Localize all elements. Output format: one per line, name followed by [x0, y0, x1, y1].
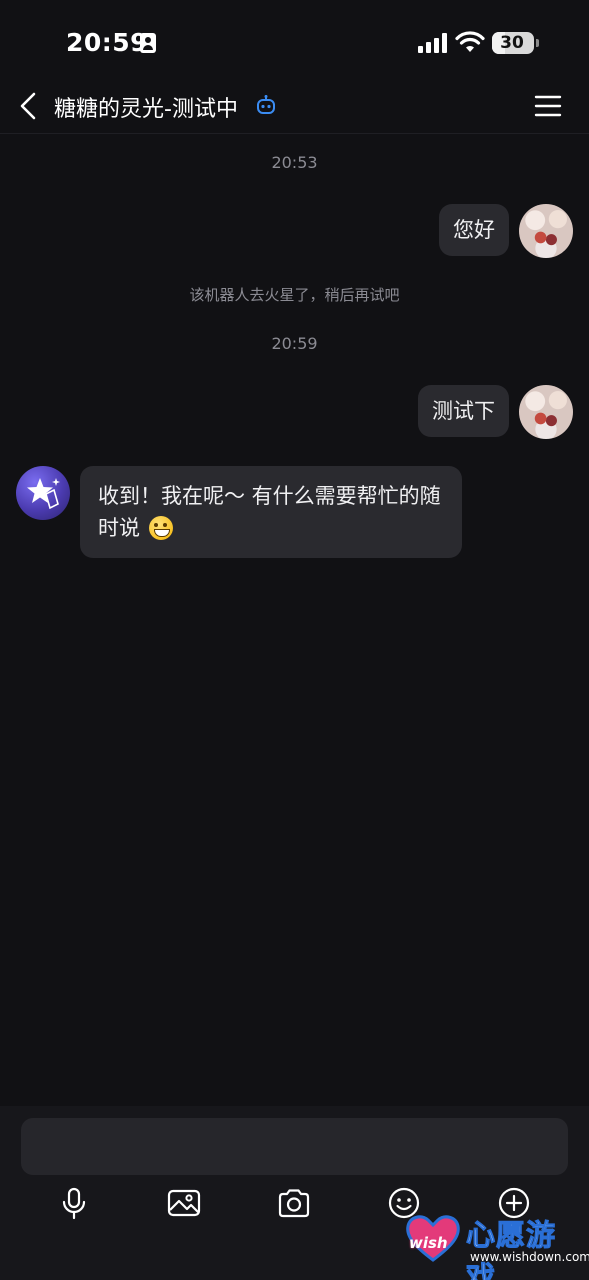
- message-timestamp: 20:59: [271, 334, 318, 353]
- system-notice: 该机器人去火星了，稍后再试吧: [189, 286, 400, 304]
- camera-icon[interactable]: [277, 1186, 311, 1220]
- bot-message-bubble[interactable]: 收到！我在呢～ 有什么需要帮忙的随时说: [80, 466, 462, 558]
- watermark-badge: wish: [409, 1234, 448, 1252]
- status-time: 20:59: [66, 28, 149, 57]
- hamburger-menu-icon[interactable]: [533, 92, 563, 120]
- watermark-url: www.wishdown.com: [470, 1250, 589, 1264]
- battery-level: 30: [500, 33, 524, 53]
- battery-cap: [536, 39, 539, 47]
- image-icon[interactable]: [167, 1186, 201, 1220]
- battery-icon: 30: [492, 32, 534, 54]
- crystal-star-icon: [27, 478, 60, 510]
- robot-icon: [257, 95, 275, 114]
- watermark: wish 心愿游戏 www.wishdown.com: [404, 1210, 589, 1280]
- chevron-left-icon[interactable]: [14, 86, 44, 126]
- chat-header: 糖糖的灵光-测试中: [0, 78, 589, 134]
- message-timestamp: 20:53: [271, 153, 318, 172]
- message-input[interactable]: [21, 1118, 568, 1175]
- bot-avatar[interactable]: [16, 466, 70, 520]
- cellular-signal-icon: [418, 33, 448, 53]
- user-message-bubble[interactable]: 您好: [439, 204, 509, 256]
- user-avatar[interactable]: [519, 385, 573, 439]
- watermark-brand: 心愿游戏: [466, 1218, 557, 1280]
- id-card-icon: [140, 33, 156, 53]
- status-bar: 20:59 30: [0, 0, 589, 80]
- user-avatar[interactable]: [519, 204, 573, 258]
- grinning-face-emoji-icon: [148, 516, 173, 540]
- chat-title[interactable]: 糖糖的灵光-测试中: [54, 91, 238, 123]
- wifi-icon: [455, 31, 485, 52]
- microphone-icon[interactable]: [57, 1186, 91, 1220]
- user-message-bubble[interactable]: 测试下: [418, 385, 509, 437]
